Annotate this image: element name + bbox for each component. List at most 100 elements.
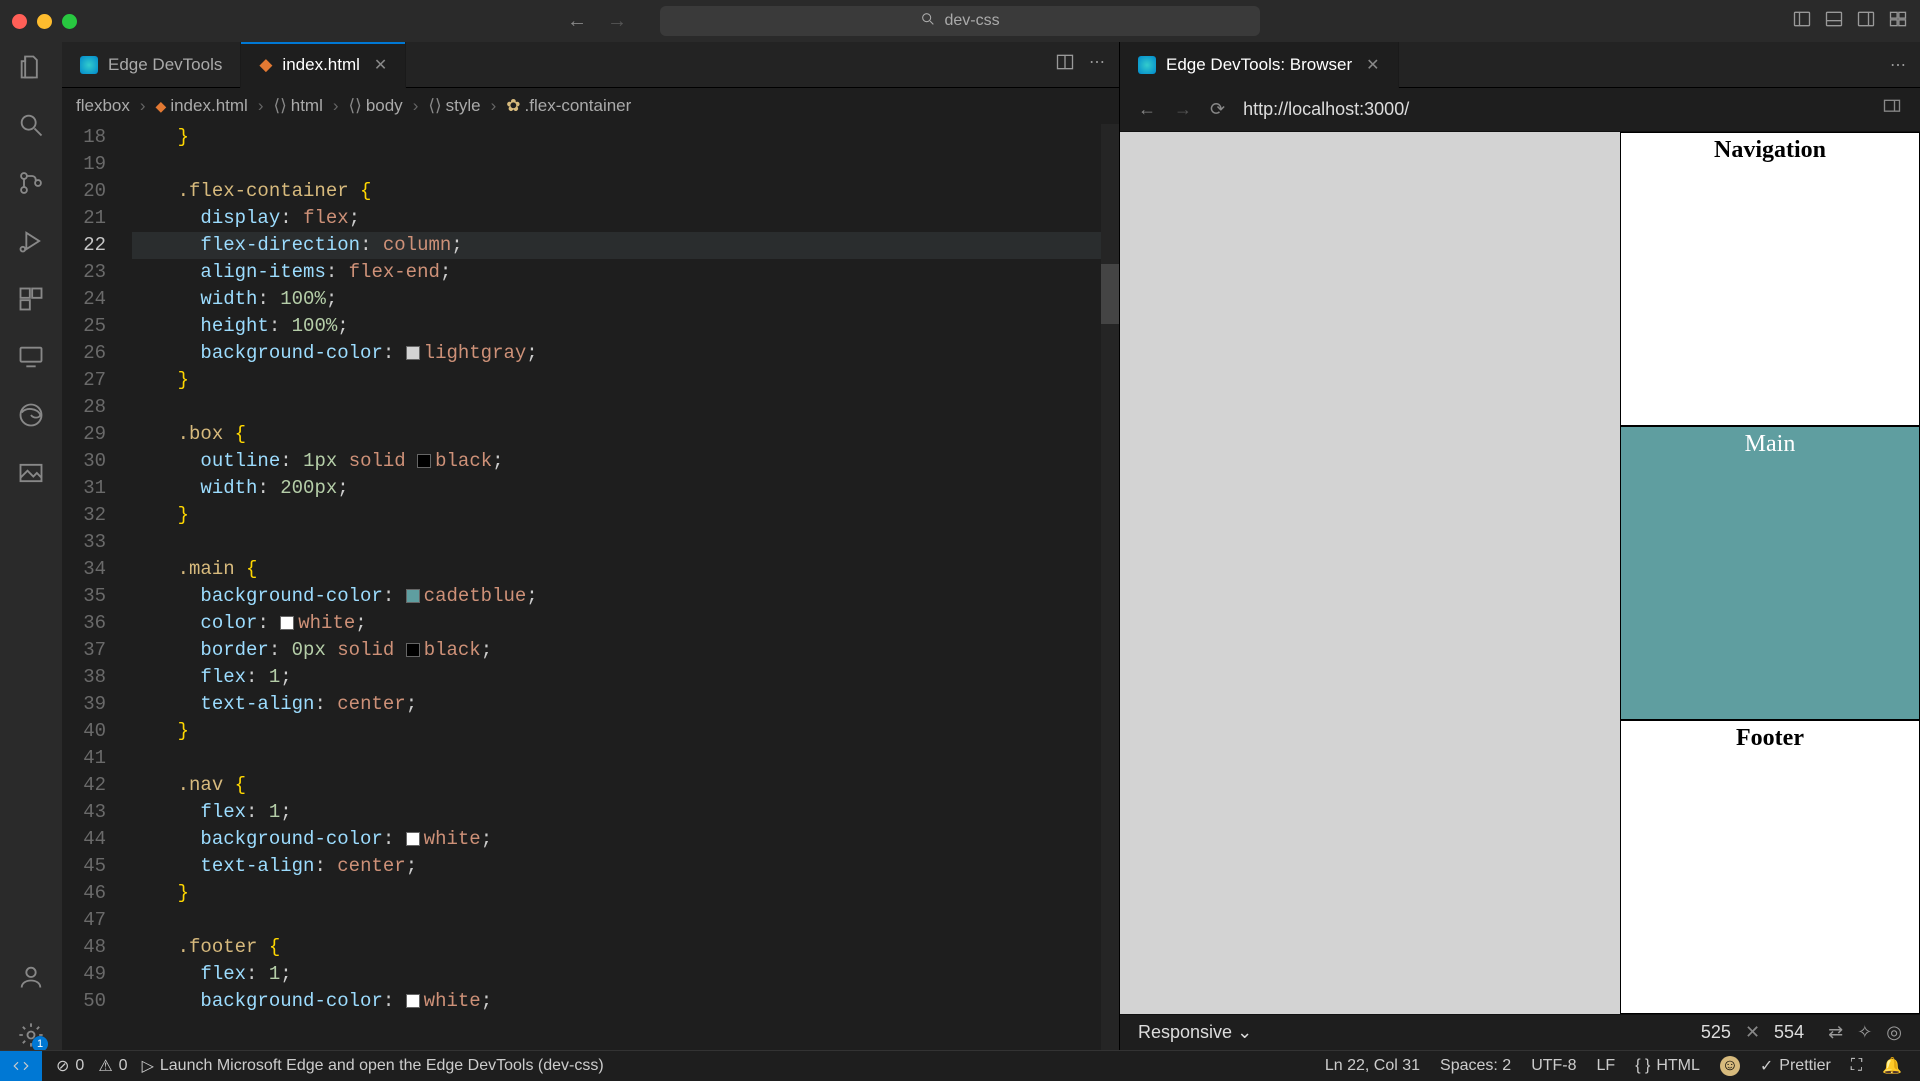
command-center-text: dev-css xyxy=(944,12,999,30)
breadcrumb[interactable]: flexbox› ◆ index.html› ⟨⟩ html› ⟨⟩ body›… xyxy=(62,88,1119,124)
selector-icon: ✿ xyxy=(506,96,520,116)
tag-icon: ⟨⟩ xyxy=(428,96,441,116)
target-icon[interactable]: ◎ xyxy=(1886,1022,1902,1043)
split-editor-icon[interactable] xyxy=(1055,52,1075,77)
eol[interactable]: LF xyxy=(1597,1057,1616,1075)
problems-errors[interactable]: ⊘0 xyxy=(56,1056,84,1076)
tab-index-html[interactable]: ◆ index.html ✕ xyxy=(241,42,406,88)
magic-wand-icon[interactable]: ✧ xyxy=(1857,1022,1872,1043)
rotate-icon[interactable]: ⇄ xyxy=(1828,1022,1843,1043)
history-forward-icon[interactable]: → xyxy=(607,10,627,33)
edge-icon[interactable] xyxy=(16,400,46,430)
browser-preview[interactable]: Navigation Main Footer xyxy=(1120,132,1920,1014)
launch-edge-task[interactable]: ▷ Launch Microsoft Edge and open the Edg… xyxy=(142,1056,604,1076)
preview-background xyxy=(1120,132,1620,1014)
remote-explorer-icon[interactable] xyxy=(16,342,46,372)
explorer-icon[interactable] xyxy=(16,52,46,82)
responsive-bar: Responsive ⌄ 525 ✕ 554 ⇄ ✧ ◎ xyxy=(1120,1014,1920,1050)
accounts-icon[interactable] xyxy=(16,962,46,992)
search-activity-icon[interactable] xyxy=(16,110,46,140)
viewport-width[interactable]: 525 xyxy=(1701,1022,1731,1043)
window-controls xyxy=(12,14,77,29)
remote-indicator[interactable] xyxy=(0,1051,42,1081)
responsive-mode[interactable]: Responsive ⌄ xyxy=(1138,1022,1252,1043)
minimap-thumb[interactable] xyxy=(1101,264,1119,324)
panel-left-icon[interactable] xyxy=(1792,9,1812,34)
crumb-file[interactable]: index.html xyxy=(170,96,247,116)
tab-label: index.html xyxy=(282,55,359,75)
minimap[interactable] xyxy=(1101,124,1119,1050)
command-center[interactable]: dev-css xyxy=(660,6,1260,36)
tag-icon: ⟨⟩ xyxy=(273,96,286,116)
minimize-window[interactable] xyxy=(37,14,52,29)
html-file-icon: ◆ xyxy=(156,98,167,115)
browser-toolbar: ← → ⟳ http://localhost:3000/ xyxy=(1120,88,1920,132)
crumb-html[interactable]: html xyxy=(291,96,323,116)
editor-tabs-right: Edge DevTools: Browser ✕ ⋯ xyxy=(1120,42,1920,88)
encoding[interactable]: UTF-8 xyxy=(1531,1057,1576,1075)
feedback-icon[interactable]: ⛶ xyxy=(1851,1057,1862,1075)
maximize-window[interactable] xyxy=(62,14,77,29)
close-icon[interactable]: ✕ xyxy=(374,55,387,75)
search-icon xyxy=(920,11,936,32)
crumb-body[interactable]: body xyxy=(366,96,403,116)
code-editor[interactable]: 1819202122232425262728293031323334353637… xyxy=(62,124,1119,1050)
chevron-down-icon: ⌄ xyxy=(1237,1022,1252,1042)
preview-nav-label: Navigation xyxy=(1714,137,1826,163)
preview-footer-box: Footer xyxy=(1620,720,1920,1014)
html-file-icon: ◆ xyxy=(259,55,272,75)
run-debug-icon[interactable] xyxy=(16,226,46,256)
browser-back-icon[interactable]: ← xyxy=(1138,99,1156,120)
history-back-icon[interactable]: ← xyxy=(567,10,587,33)
source-control-icon[interactable] xyxy=(16,168,46,198)
crumb-style[interactable]: style xyxy=(446,96,481,116)
cursor-position[interactable]: Ln 22, Col 31 xyxy=(1325,1057,1420,1075)
preview-main-box: Main xyxy=(1620,426,1920,720)
smiley-icon[interactable]: ☺ xyxy=(1720,1056,1740,1076)
panel-right-icon[interactable] xyxy=(1856,9,1876,34)
preview-flex-column: Navigation Main Footer xyxy=(1620,132,1920,1014)
code-lines[interactable]: } .flex-container { display: flex; flex-… xyxy=(132,124,1119,1050)
tab-label: Edge DevTools xyxy=(108,55,222,75)
image-icon[interactable] xyxy=(16,458,46,488)
crumb-folder[interactable]: flexbox xyxy=(76,96,130,116)
prettier-status[interactable]: ✓ Prettier xyxy=(1760,1056,1831,1076)
edge-tab-icon xyxy=(1138,56,1156,74)
main-area: 1 Edge DevTools ◆ index.html ✕ ⋯ xyxy=(0,42,1920,1050)
bell-icon[interactable]: 🔔 xyxy=(1882,1056,1902,1076)
layout-controls xyxy=(1792,9,1908,34)
title-bar: ← → dev-css xyxy=(0,0,1920,42)
preview-nav-box: Navigation xyxy=(1620,132,1920,426)
line-gutter: 1819202122232425262728293031323334353637… xyxy=(62,124,132,1050)
close-window[interactable] xyxy=(12,14,27,29)
panel-bottom-icon[interactable] xyxy=(1824,9,1844,34)
layout-grid-icon[interactable] xyxy=(1888,9,1908,34)
preview-main-label: Main xyxy=(1745,431,1796,457)
debug-icon: ▷ xyxy=(142,1056,154,1076)
viewport-height[interactable]: 554 xyxy=(1774,1022,1804,1043)
history-nav: ← → xyxy=(567,10,627,33)
crumb-selector[interactable]: .flex-container xyxy=(525,96,632,116)
browser-reload-icon[interactable]: ⟳ xyxy=(1210,99,1225,120)
launch-text: Launch Microsoft Edge and open the Edge … xyxy=(160,1057,604,1075)
language-mode[interactable]: { } HTML xyxy=(1635,1057,1700,1075)
browser-forward-icon[interactable]: → xyxy=(1174,99,1192,120)
more-actions-icon[interactable]: ⋯ xyxy=(1089,52,1105,77)
editor-groups: Edge DevTools ◆ index.html ✕ ⋯ flexbox› … xyxy=(62,42,1920,1050)
preview-footer-label: Footer xyxy=(1736,725,1804,751)
close-icon[interactable]: ✕ xyxy=(1366,55,1379,75)
extensions-icon[interactable] xyxy=(16,284,46,314)
tab-devtools-browser[interactable]: Edge DevTools: Browser ✕ xyxy=(1120,42,1399,88)
editor-group-right: Edge DevTools: Browser ✕ ⋯ ← → ⟳ http://… xyxy=(1120,42,1920,1050)
problems-warnings[interactable]: ⚠0 xyxy=(98,1056,127,1076)
more-actions-icon[interactable]: ⋯ xyxy=(1890,55,1906,75)
tab-edge-devtools[interactable]: Edge DevTools xyxy=(62,42,241,88)
activity-bar: 1 xyxy=(0,42,62,1050)
url-bar[interactable]: http://localhost:3000/ xyxy=(1243,99,1409,120)
settings-gear-icon[interactable]: 1 xyxy=(16,1020,46,1050)
open-devtools-icon[interactable] xyxy=(1882,97,1902,122)
dimension-separator: ✕ xyxy=(1745,1022,1760,1043)
editor-tabs-left: Edge DevTools ◆ index.html ✕ ⋯ xyxy=(62,42,1119,88)
indent-spaces[interactable]: Spaces: 2 xyxy=(1440,1057,1511,1075)
editor-group-left: Edge DevTools ◆ index.html ✕ ⋯ flexbox› … xyxy=(62,42,1120,1050)
